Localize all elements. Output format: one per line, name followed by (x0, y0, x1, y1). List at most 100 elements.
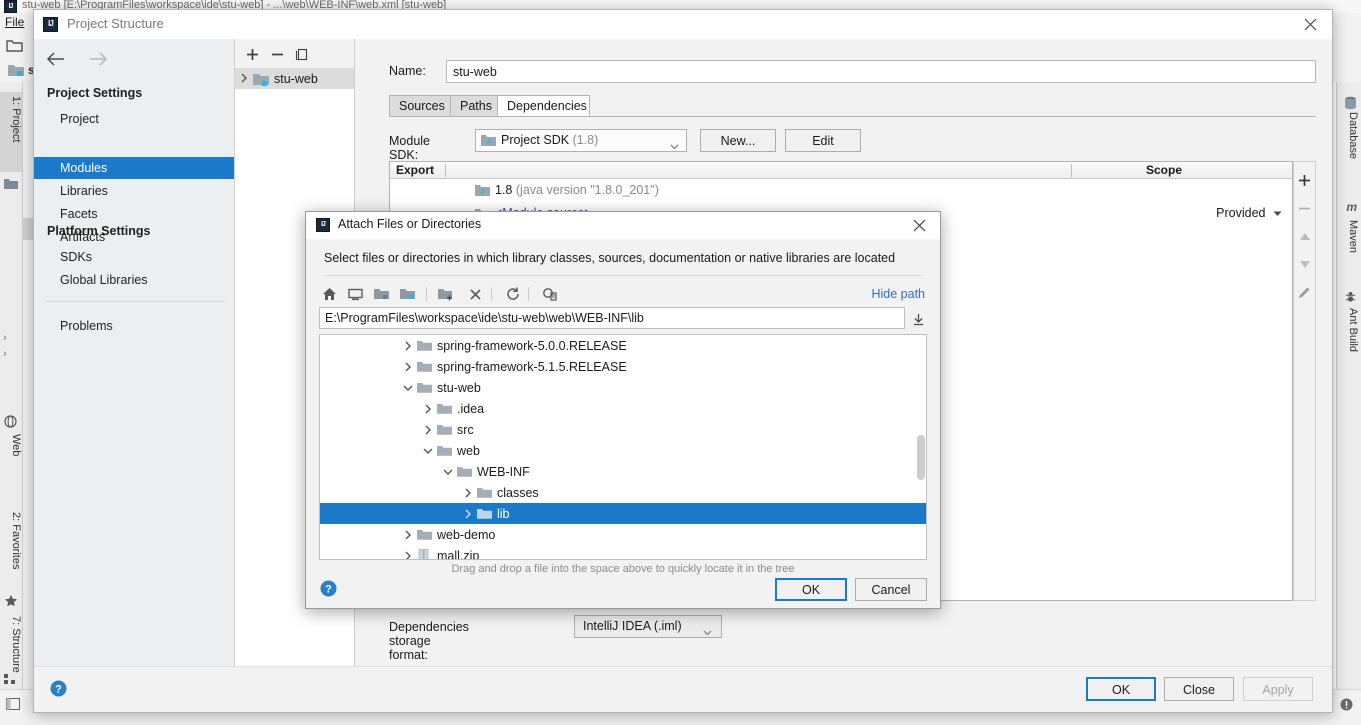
sidebar-item-web[interactable]: Web (0, 430, 22, 480)
help-icon[interactable]: ? (320, 580, 337, 600)
nav-group-platform-settings: Platform Settings (47, 224, 151, 238)
chevron-down-icon (1273, 206, 1282, 220)
tree-node[interactable]: spring-framework-5.1.5.RELEASE (320, 356, 926, 377)
chevron-right-icon[interactable] (400, 341, 416, 351)
chevron-right-icon[interactable] (400, 530, 416, 540)
plus-icon[interactable] (244, 46, 260, 62)
download-icon[interactable] (909, 310, 927, 328)
copy-icon[interactable] (293, 46, 309, 62)
storage-format-select[interactable]: IntelliJ IDEA (.iml) (574, 615, 722, 638)
tree-node[interactable]: stu-web (320, 377, 926, 398)
sidebar-item-project[interactable]: 1: Project (0, 92, 22, 172)
sidebar-item-facets[interactable]: Facets (34, 203, 234, 225)
edit-sdk-button[interactable]: Edit (785, 129, 861, 152)
chevron-right-icon[interactable] (420, 404, 436, 414)
tree-node[interactable]: mall.zip (320, 545, 926, 559)
hide-path-link[interactable]: Hide path (871, 287, 925, 301)
sidebar-item-problems[interactable]: Problems (34, 315, 234, 337)
sidebar-item-favorites[interactable]: 2: Favorites (0, 508, 22, 594)
close-icon[interactable] (1288, 10, 1332, 39)
tree-node[interactable]: spring-framework-5.0.0.RELEASE (320, 335, 926, 356)
module-sdk-select[interactable]: Project SDK (1.8) (475, 129, 687, 152)
toolwindow-database[interactable]: Database (1335, 112, 1359, 188)
chevron-right-icon[interactable] (240, 72, 248, 86)
close-button[interactable]: Close (1164, 677, 1234, 701)
home-icon[interactable] (319, 284, 339, 304)
new-folder-icon[interactable] (436, 284, 456, 304)
cancel-button[interactable]: Cancel (855, 578, 927, 601)
column-header-export[interactable]: Export (396, 162, 434, 178)
module-name-input[interactable] (446, 60, 1316, 83)
help-icon[interactable]: ? (50, 680, 67, 700)
module-tree-row[interactable]: stu-web (235, 69, 354, 89)
chevron-down-icon[interactable] (420, 447, 436, 455)
tab-dependencies[interactable]: Dependencies (497, 95, 590, 116)
tree-node-selected[interactable]: lib (320, 503, 926, 524)
move-up-button[interactable] (1295, 226, 1314, 246)
new-sdk-button[interactable]: New... (700, 129, 776, 152)
notifications-icon[interactable] (1340, 698, 1353, 714)
attach-dialog-title: Attach Files or Directories (338, 217, 482, 231)
path-input[interactable] (319, 307, 905, 329)
tree-node[interactable]: classes (320, 482, 926, 503)
desktop-icon[interactable] (345, 284, 365, 304)
menu-file[interactable]: File (5, 15, 24, 29)
tree-node-label: src (457, 422, 474, 437)
apply-button[interactable]: Apply (1243, 677, 1313, 701)
ok-button[interactable]: OK (1086, 677, 1156, 701)
chevron-down-icon[interactable] (440, 468, 456, 476)
structure-icon (4, 674, 17, 688)
tab-paths[interactable]: Paths (450, 95, 498, 116)
tree-node-label: classes (497, 485, 539, 500)
sidebar-item-sdks[interactable]: SDKs (34, 246, 234, 268)
chevron-down-icon (703, 625, 712, 639)
chevron-right-icon[interactable] (420, 425, 436, 435)
file-tree[interactable]: spring-framework-5.0.0.RELEASE spring-fr… (319, 334, 927, 560)
tab-label: Sources (399, 99, 445, 113)
arrow-left-icon[interactable] (46, 52, 66, 69)
toolwindow-ant-build[interactable]: Ant Build (1335, 308, 1359, 378)
move-down-button[interactable] (1295, 254, 1314, 274)
tree-node[interactable]: web (320, 440, 926, 461)
project-folder-icon[interactable] (371, 284, 391, 304)
tab-sources[interactable]: Sources (389, 95, 451, 116)
chevron-down-icon (670, 139, 679, 153)
chevron-right-icon[interactable] (460, 509, 476, 519)
tree-node[interactable]: src (320, 419, 926, 440)
sidebar-item-global-libraries[interactable]: Global Libraries (34, 269, 234, 291)
column-header-scope[interactable]: Scope (1146, 162, 1182, 178)
module-sdk-value: Project SDK (1.8) (501, 133, 598, 147)
delete-icon[interactable] (465, 284, 485, 304)
open-folder-icon[interactable] (6, 39, 23, 56)
tree-node[interactable]: WEB-INF (320, 461, 926, 482)
table-row[interactable]: 1.8 (java version "1.8.0_201") (390, 180, 1292, 203)
chevron-down-icon[interactable] (400, 384, 416, 392)
toolwindow-maven[interactable]: Maven (1335, 220, 1359, 276)
show-hidden-icon[interactable] (539, 284, 559, 304)
close-icon[interactable] (898, 212, 940, 239)
chevron-right-icon[interactable] (400, 551, 416, 559)
module-folder-icon[interactable] (397, 284, 417, 304)
chevron-right-icon[interactable] (460, 488, 476, 498)
ok-button[interactable]: OK (775, 578, 847, 601)
refresh-icon[interactable] (503, 284, 523, 304)
chevron-right-icon[interactable] (400, 362, 416, 372)
storage-format-label: Dependencies storage format: (389, 620, 469, 662)
folder-icon (416, 382, 432, 394)
tree-node[interactable]: .idea (320, 398, 926, 419)
minus-icon[interactable] (269, 46, 285, 62)
project-structure-footer: ? OK Close Apply (34, 666, 1332, 712)
arrow-right-icon[interactable] (88, 52, 108, 69)
tree-node[interactable]: web-demo (320, 524, 926, 545)
remove-dependency-button[interactable] (1295, 198, 1314, 218)
edit-dependency-button[interactable] (1295, 282, 1314, 302)
sidebar-item-modules[interactable]: Modules (34, 157, 234, 179)
toggle-toolwindows-icon[interactable] (6, 698, 20, 713)
tree-scrollbar[interactable] (917, 435, 925, 480)
add-dependency-button[interactable] (1295, 170, 1314, 190)
sdk-icon (481, 134, 496, 151)
sidebar-item-project[interactable]: Project (34, 108, 234, 130)
scope-select[interactable]: Provided (1216, 206, 1282, 220)
storage-format-value: IntelliJ IDEA (.iml) (583, 619, 682, 633)
sidebar-item-libraries[interactable]: Libraries (34, 180, 234, 202)
